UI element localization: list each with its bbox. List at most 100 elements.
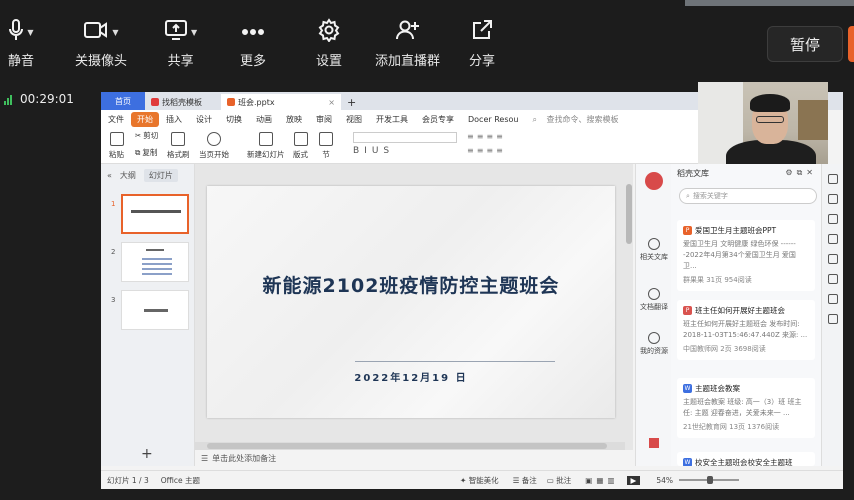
- webcam-video[interactable]: [698, 82, 828, 164]
- pause-button[interactable]: 暂停: [767, 26, 843, 62]
- panel-search-input[interactable]: ⌕ 搜索关键字: [679, 188, 817, 204]
- tab-outline[interactable]: 大纲: [120, 170, 136, 181]
- scroll-thumb[interactable]: [207, 443, 607, 449]
- tab-home[interactable]: 首页: [101, 92, 145, 110]
- library-card[interactable]: W 主题班会教案 主题班会教案 班级: 高一（3）班 班主任: 主题 迎春奋进，关…: [677, 378, 815, 438]
- slide-thumbnail-2[interactable]: [121, 242, 189, 282]
- meeting-toolbar: ▼ 静音 ▼ 关摄像头 ▼ 共享 更多 设置 添加直播群 分享 暂停: [0, 0, 854, 80]
- panel-icon[interactable]: [827, 314, 838, 324]
- horizontal-scrollbar[interactable]: [195, 442, 625, 450]
- end-button-edge[interactable]: [848, 26, 854, 62]
- menu-member[interactable]: 会员专享: [415, 114, 461, 125]
- menu-developer[interactable]: 开发工具: [369, 114, 415, 125]
- paragraph-buttons[interactable]: ≡≡≡≡: [467, 132, 553, 143]
- library-card[interactable]: W 校安全主题班会校安全主题班: [677, 452, 815, 466]
- tab-slides[interactable]: 幻灯片: [143, 168, 178, 182]
- card-desc: 爱国卫生月 文明健康 绿色环保 ------ -2022年4月第34个爱国卫生月…: [683, 240, 796, 270]
- section-button[interactable]: 节: [319, 132, 333, 160]
- mute-button[interactable]: ▼ 静音: [8, 18, 34, 69]
- docer-logo[interactable]: [638, 172, 670, 190]
- my-resources-button[interactable]: 我的资源: [638, 332, 670, 356]
- copy-button[interactable]: ⧉ 复制: [135, 147, 157, 158]
- scroll-thumb[interactable]: [626, 184, 632, 244]
- current-slide[interactable]: 新能源2102班疫情防控主题班会 2022年12月19 日: [207, 186, 615, 418]
- new-tab-button[interactable]: +: [341, 94, 362, 110]
- format-painter-button[interactable]: 格式刷: [167, 132, 190, 160]
- menu-home[interactable]: 开始: [131, 111, 159, 127]
- add-live-group-button[interactable]: 添加直播群: [375, 20, 440, 69]
- my-resources-label: 我的资源: [640, 347, 668, 355]
- layout-button[interactable]: 版式: [293, 132, 308, 160]
- help-icon[interactable]: [827, 254, 838, 264]
- tab-document[interactable]: 班会.pptx ×: [221, 94, 341, 110]
- tab-home-label: 首页: [115, 96, 131, 106]
- chevron-down-icon[interactable]: ▼: [112, 28, 118, 37]
- align-buttons[interactable]: ≡≡≡≡: [467, 146, 553, 157]
- red-badge[interactable]: [638, 438, 670, 448]
- translate-button[interactable]: 文档翻译: [638, 288, 670, 312]
- theme-name[interactable]: Office 主题: [161, 475, 200, 486]
- menu-slideshow[interactable]: 放映: [279, 114, 309, 125]
- adjust-icon[interactable]: [827, 194, 838, 204]
- more-button[interactable]: 更多: [240, 20, 266, 69]
- command-search[interactable]: ⌕ 查找命令、搜索模板: [525, 114, 632, 125]
- zoom-slider-handle[interactable]: [707, 476, 713, 484]
- status-bar: 幻灯片 1 / 3 Office 主题 ✦ 智能美化 ☰ 备注 ▭ 批注 ▣▦▥…: [101, 470, 843, 489]
- select-icon[interactable]: [827, 174, 838, 184]
- new-slide-button[interactable]: 新建幻灯片: [247, 132, 285, 160]
- chevron-down-icon[interactable]: ▼: [191, 28, 197, 37]
- cut-label: 剪切: [143, 131, 159, 140]
- copy-label: 复制: [142, 148, 158, 157]
- menu-animation[interactable]: 动画: [249, 114, 279, 125]
- vertical-scrollbar[interactable]: [625, 164, 633, 450]
- add-group-icon: [395, 18, 421, 46]
- comments-button[interactable]: ▭ 批注: [547, 475, 571, 486]
- share-screen-button[interactable]: ▼ 共享: [164, 20, 197, 69]
- shape-icon[interactable]: [827, 214, 838, 224]
- view-buttons[interactable]: ▣▦▥: [585, 476, 618, 485]
- card-desc: 班主任如何开展好主题班会 发布时间: 2018-11-03T15:46:47.4…: [683, 320, 808, 339]
- tab-find-template[interactable]: 找稻壳模板: [145, 94, 221, 110]
- camera-button[interactable]: ▼ 关摄像头: [75, 20, 127, 69]
- font-family-select[interactable]: [353, 132, 457, 143]
- menu-insert[interactable]: 插入: [159, 114, 189, 125]
- panel-controls-icon[interactable]: ⚙⧉✕: [785, 168, 821, 178]
- slide-title[interactable]: 新能源2102班疫情防控主题班会: [207, 271, 615, 298]
- microphone-icon: [8, 18, 24, 46]
- menu-docer[interactable]: Docer Resou: [461, 115, 525, 124]
- chevron-down-icon[interactable]: ▼: [27, 28, 33, 37]
- zoom-slider[interactable]: [679, 476, 739, 484]
- library-card[interactable]: P 爱国卫生月主题班会PPT 爱国卫生月 文明健康 绿色环保 ------ -20…: [677, 220, 815, 291]
- notes-button[interactable]: ☰ 备注: [513, 475, 537, 486]
- play-button[interactable]: ▶: [626, 475, 641, 485]
- related-library-button[interactable]: 相关文库: [638, 238, 670, 262]
- menu-transition[interactable]: 切换: [219, 114, 249, 125]
- add-slide-button[interactable]: +: [141, 446, 153, 462]
- slide-thumbnail-1[interactable]: [121, 194, 189, 234]
- menu-view[interactable]: 视图: [339, 114, 369, 125]
- slide-date[interactable]: 2022年12月19 日: [207, 369, 615, 384]
- settings-button[interactable]: 设置: [316, 18, 342, 69]
- beautify-button[interactable]: ✦ 智能美化: [460, 475, 499, 486]
- menu-review[interactable]: 审阅: [309, 114, 339, 125]
- share-icon[interactable]: [827, 274, 838, 284]
- zoom-level[interactable]: 54%: [656, 476, 673, 485]
- cut-button[interactable]: ✂ 剪切: [135, 130, 158, 141]
- slide-thumbnail-3[interactable]: [121, 290, 189, 330]
- library-card[interactable]: P 班主任如何开展好主题班会 班主任如何开展好主题班会 发布时间: 2018-11…: [677, 300, 815, 360]
- location-icon[interactable]: [827, 294, 838, 304]
- card-desc: 主题班会教案 班级: 高一（3）班 班主任: 主题 迎春奋进，关爱未来一 ...: [683, 398, 802, 417]
- share-button[interactable]: 分享: [469, 20, 495, 69]
- thumb-content: [142, 257, 172, 275]
- font-style-buttons[interactable]: BIUS: [353, 146, 457, 157]
- collapse-icon[interactable]: «: [107, 171, 112, 180]
- play-from-current-button[interactable]: 当页开始: [199, 132, 229, 160]
- menu-file[interactable]: 文件: [101, 114, 131, 125]
- image-icon[interactable]: [827, 234, 838, 244]
- notes-pane[interactable]: ☰ 单击此处添加备注: [195, 450, 635, 466]
- paste-button[interactable]: 粘贴: [109, 132, 124, 160]
- menu-design[interactable]: 设计: [189, 114, 219, 125]
- participant-thumbnail[interactable]: [685, 0, 854, 6]
- close-icon[interactable]: ×: [328, 98, 335, 107]
- thumb-title-line: [131, 210, 181, 213]
